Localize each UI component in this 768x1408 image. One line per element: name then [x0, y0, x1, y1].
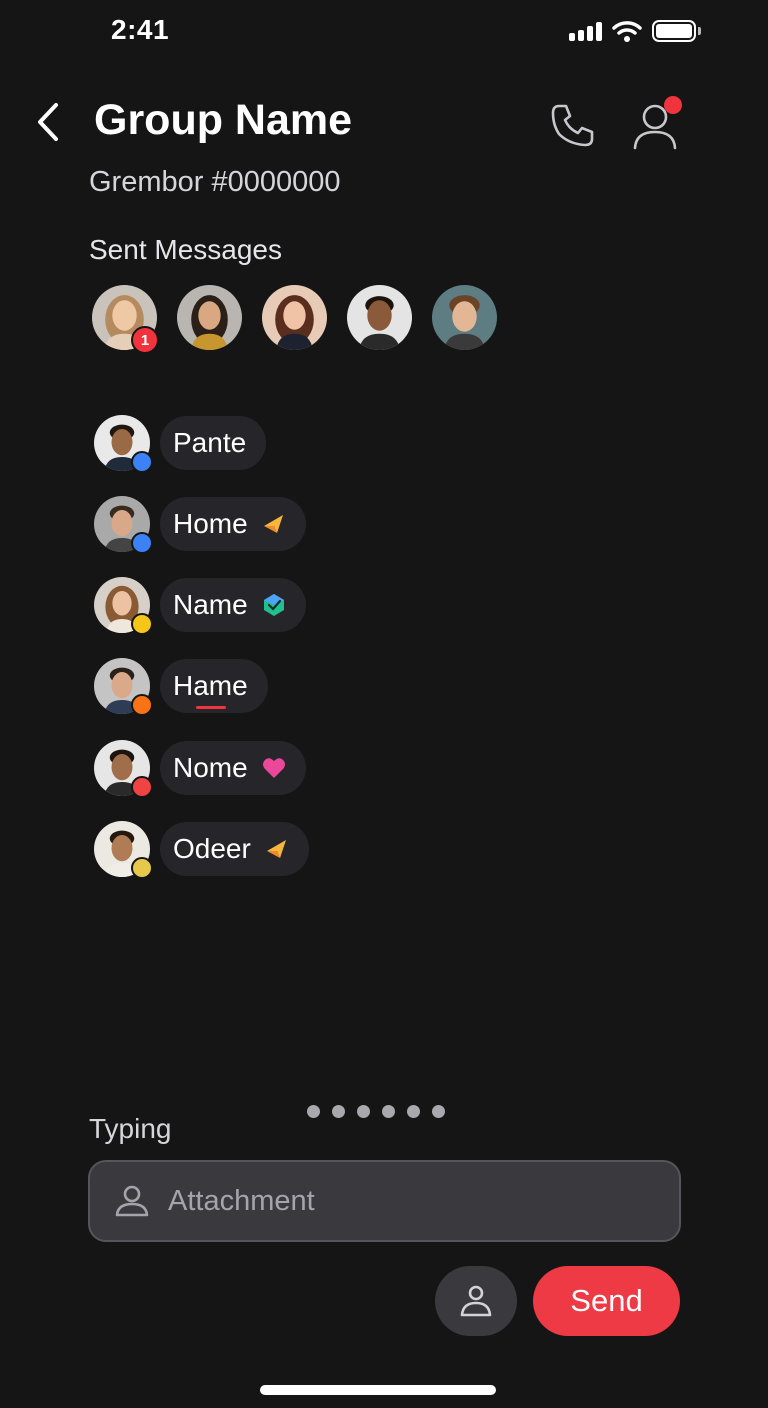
member-name: Odeer	[173, 833, 251, 864]
sent-avatars-row: 1	[92, 285, 497, 354]
member-avatar	[94, 821, 153, 879]
home-indicator	[260, 1385, 496, 1395]
sent-avatar-5[interactable]	[432, 285, 497, 350]
phone-icon	[551, 104, 594, 147]
member-name: Nome	[173, 752, 248, 783]
battery-icon	[652, 20, 701, 42]
member-chip[interactable]: Odeer	[160, 822, 309, 876]
member-chip[interactable]: Pante	[160, 416, 267, 470]
person-icon	[460, 1285, 492, 1317]
page-dot	[307, 1105, 320, 1118]
member-avatar	[94, 415, 153, 473]
heart-icon	[262, 756, 286, 780]
attachment-input[interactable]: Attachment	[88, 1160, 681, 1242]
avatar	[347, 285, 412, 350]
person-icon	[115, 1185, 149, 1217]
status-icons	[569, 20, 701, 42]
page-dot	[332, 1105, 345, 1118]
profile-button[interactable]	[626, 96, 686, 152]
call-button[interactable]	[545, 98, 601, 152]
notification-dot	[664, 96, 682, 114]
back-button[interactable]	[28, 100, 68, 144]
sent-avatar-2[interactable]	[177, 285, 242, 350]
verified-badge-icon	[262, 593, 286, 617]
contact-button[interactable]	[435, 1266, 517, 1336]
member-name: Pante	[173, 427, 247, 458]
sent-avatar-1[interactable]: 1	[92, 285, 159, 354]
wifi-icon	[612, 21, 642, 42]
avatar	[262, 285, 327, 350]
status-dot	[131, 613, 153, 635]
member-avatar	[94, 577, 153, 635]
sent-avatar-4[interactable]	[347, 285, 412, 350]
avatar	[432, 285, 497, 350]
send-button[interactable]: Send	[533, 1266, 680, 1336]
status-dot	[131, 532, 153, 554]
status-dot	[131, 451, 153, 473]
sent-messages-label: Sent Messages	[89, 234, 282, 265]
member-row-home[interactable]: Home	[94, 496, 306, 554]
typing-underline	[196, 706, 226, 709]
page-title: Group Name	[94, 96, 353, 144]
status-time: 2:41	[111, 14, 170, 45]
member-row-odeer[interactable]: Odeer	[94, 821, 309, 879]
member-avatar	[94, 658, 153, 716]
send-arrow-icon	[265, 837, 289, 861]
page-indicator	[307, 1105, 445, 1118]
page-dot	[432, 1105, 445, 1118]
member-chip[interactable]: Home	[160, 497, 306, 551]
member-name: Home	[173, 508, 248, 539]
group-id: Grembor #0000000	[89, 166, 341, 198]
member-chip[interactable]: Name	[160, 578, 306, 632]
status-dot	[131, 857, 153, 879]
page-dot	[407, 1105, 420, 1118]
page-dot	[357, 1105, 370, 1118]
member-row-name[interactable]: Name	[94, 577, 306, 635]
page-dot	[382, 1105, 395, 1118]
member-chip[interactable]: Hame	[160, 659, 268, 713]
sent-avatar-3[interactable]	[262, 285, 327, 350]
member-chip[interactable]: Nome	[160, 741, 306, 795]
member-name: Name	[173, 589, 248, 620]
group-chat-screen: 2:41 Group Name Grembor #0000000 Sent Me…	[0, 0, 768, 1408]
input-placeholder: Attachment	[168, 1184, 315, 1217]
member-avatar	[94, 496, 153, 554]
member-row-hame[interactable]: Hame	[94, 658, 268, 716]
status-dot	[131, 694, 153, 716]
member-row-nome[interactable]: Nome	[94, 740, 306, 798]
status-dot	[131, 776, 153, 798]
member-row-pante[interactable]: Pante	[94, 415, 267, 473]
member-avatar	[94, 740, 153, 798]
send-arrow-icon	[262, 512, 286, 536]
avatar	[177, 285, 242, 350]
member-name: Hame	[173, 670, 248, 701]
unread-count-badge: 1	[131, 326, 159, 354]
chevron-left-icon	[38, 103, 58, 141]
signal-icon	[569, 21, 602, 41]
typing-label: Typing	[89, 1113, 172, 1144]
